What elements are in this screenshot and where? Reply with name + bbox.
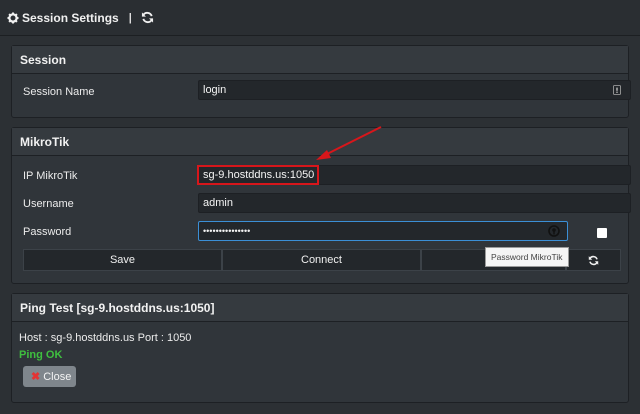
gear-icon <box>7 12 19 23</box>
session-panel: Session Session Name login <box>11 45 631 118</box>
ping-test-panel: Ping Test [sg-9.hostddns.us:1050] Host :… <box>11 293 629 403</box>
page-title: Session Settings <box>22 10 119 25</box>
refresh-icon[interactable] <box>141 11 154 24</box>
session-name-value: login <box>203 84 227 96</box>
password-label: Password <box>23 226 72 238</box>
ping-host-line: Host : sg-9.hostddns.us Port : 1050 <box>19 332 192 344</box>
ping-status: Ping OK <box>19 349 63 361</box>
reload-button[interactable] <box>566 249 621 271</box>
title-separator: | <box>128 11 132 24</box>
key-icon[interactable] <box>548 225 560 237</box>
username-label: Username <box>23 198 74 210</box>
session-name-field[interactable]: login <box>198 80 631 100</box>
username-value: admin <box>203 197 233 209</box>
connect-button-label: Connect <box>301 254 342 266</box>
top-bar: Session Settings | <box>0 0 640 36</box>
ping-heading: Ping Test [sg-9.hostddns.us:1050] <box>12 294 628 322</box>
ip-label: IP MikroTik <box>23 170 78 182</box>
password-field[interactable]: ••••••••••••••• <box>198 221 568 241</box>
username-field[interactable]: admin <box>198 193 631 213</box>
session-heading: Session <box>12 46 628 74</box>
refresh-icon <box>588 255 599 265</box>
ip-highlight-box <box>197 165 319 185</box>
show-password-checkbox[interactable] <box>597 228 607 238</box>
password-value: ••••••••••••••• <box>203 226 251 236</box>
close-button-label: Close <box>43 370 72 383</box>
connect-button[interactable]: Connect <box>222 249 421 271</box>
password-tooltip: Password MikroTik <box>485 247 569 267</box>
lock-icon <box>613 85 621 95</box>
close-icon: ✖ <box>31 371 41 383</box>
close-button[interactable]: ✖ Close <box>23 366 76 387</box>
session-name-label: Session Name <box>23 86 95 98</box>
mikrotik-heading: MikroTik <box>12 128 628 156</box>
save-button[interactable]: Save <box>23 249 222 271</box>
